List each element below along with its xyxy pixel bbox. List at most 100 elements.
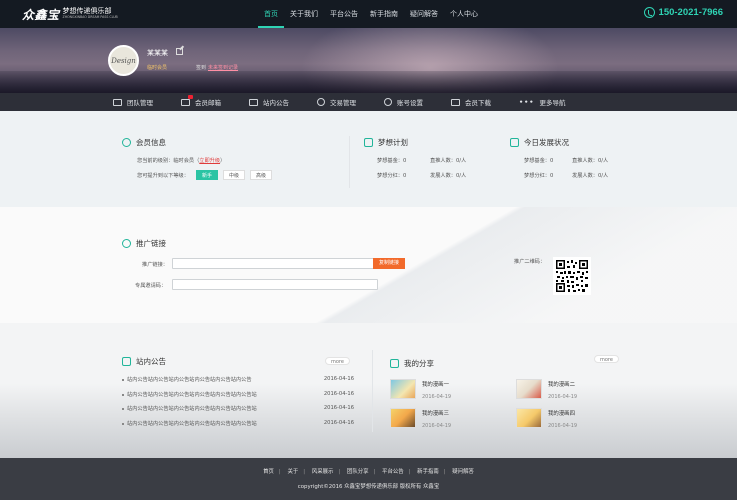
nav-guide[interactable]: 新手指南 [364, 0, 404, 28]
logo-subtitle: ZHONGXINBAO DREAM PASS CLUB [62, 15, 118, 20]
news-section [0, 323, 737, 458]
dream-develop: 发展人数：0/人 [430, 173, 467, 179]
share-meta: 我的漫画四 2016-04-19 [548, 408, 577, 429]
unread-badge [188, 95, 193, 99]
nav-about[interactable]: 关于我们 [284, 0, 324, 28]
separator: | [278, 469, 281, 475]
notice-heading: 站内公告 [122, 356, 166, 367]
notice-date: 2016-04-16 [323, 420, 354, 426]
separator: | [443, 469, 446, 475]
logo-mark: 众鑫宝 [22, 7, 60, 22]
subnav-mail[interactable]: 会员邮箱 [181, 93, 221, 111]
promo-link-label: 推广链接： [142, 262, 168, 268]
member-level-text-end: ） [220, 158, 226, 164]
promo-title: 推广链接 [136, 239, 166, 248]
nav-announcements[interactable]: 平台公告 [324, 0, 364, 28]
subnav-label: 会员邮箱 [195, 99, 221, 107]
comic-thumbnail [516, 408, 542, 428]
hotline: 150-2021-7966 [643, 7, 723, 18]
notice-title: 站内公告 [136, 357, 166, 366]
notice-text: 站内公告站内公告站内公告站内公告站内公告站内公告 [127, 377, 252, 383]
sign-record-link[interactable]: 未来签到记录 [208, 65, 238, 71]
qr-code [553, 257, 591, 295]
subnav-download[interactable]: 会员下载 [451, 93, 491, 111]
footer-link-announcements[interactable]: 平台公告 [382, 469, 404, 475]
share-meta: 我的漫画一 2016-04-19 [422, 379, 451, 400]
nav-faq[interactable]: 疑问解答 [404, 0, 444, 28]
logo-title: 梦想传递俱乐部 [62, 7, 112, 16]
main-nav: 首页 关于我们 平台公告 新手指南 疑问解答 个人中心 [258, 0, 484, 28]
comic-thumbnail [390, 408, 416, 428]
footer-link-showcase[interactable]: 风采展示 [312, 469, 334, 475]
edit-icon[interactable] [176, 48, 183, 55]
member-info-heading: 会员信息 [122, 137, 166, 148]
member-info-title: 会员信息 [136, 138, 166, 147]
share-item[interactable]: 我的漫画二 2016-04-19 [516, 379, 577, 400]
share-item[interactable]: 我的漫画四 2016-04-19 [516, 408, 577, 429]
share-item-title: 我的漫画三 [422, 411, 449, 417]
gear-icon [384, 98, 392, 106]
level-intermediate[interactable]: 中级 [223, 170, 246, 180]
list-item[interactable]: 站内公告站内公告站内公告站内公告站内公告站内公告站 2016-04-16 [122, 420, 354, 427]
dream-fund: 梦想基金：0 [377, 158, 407, 164]
dream-direct: 直推人数：0/人 [430, 158, 467, 164]
subnav-notice[interactable]: 站内公告 [249, 93, 289, 111]
comic-thumbnail [390, 379, 416, 399]
subnav-team[interactable]: 团队管理 [113, 93, 153, 111]
document-icon [364, 138, 373, 147]
chat-icon [510, 138, 519, 147]
bullet-icon [122, 393, 124, 396]
list-item[interactable]: 站内公告站内公告站内公告站内公告站内公告站内公告站 2016-04-16 [122, 391, 354, 398]
download-icon [451, 98, 460, 106]
nav-home[interactable]: 首页 [258, 0, 284, 28]
share-item[interactable]: 我的漫画一 2016-04-19 [390, 379, 451, 400]
footer-link-guide[interactable]: 新手指南 [417, 469, 439, 475]
today-title: 今日发展状况 [524, 138, 569, 147]
phone-number: 150-2021-7966 [658, 7, 723, 18]
upgrade-link[interactable]: 立即升级 [199, 158, 220, 164]
share-more-button[interactable]: more [594, 355, 619, 363]
footer-link-home[interactable]: 首页 [263, 469, 274, 475]
subnav-account[interactable]: 账号设置 [384, 93, 423, 111]
promo-heading: 推广链接 [122, 238, 166, 249]
list-item[interactable]: 站内公告站内公告站内公告站内公告站内公告站内公告站 2016-04-16 [122, 405, 354, 412]
subnav-trade[interactable]: 交易管理 [317, 93, 356, 111]
member-level-line: 您当前的级别：临时会员（立即升级） [137, 157, 225, 164]
share-item[interactable]: 我的漫画三 2016-04-19 [390, 408, 451, 429]
footer-link-faq[interactable]: 疑问解答 [452, 469, 474, 475]
subnav-more[interactable]: ••• 更多导航 [519, 93, 565, 111]
team-icon [113, 98, 122, 106]
share-meta: 我的漫画二 2016-04-19 [548, 379, 577, 400]
footer [0, 458, 737, 500]
qr-label: 推广二维码： [514, 259, 546, 265]
user-name: 某某某 [147, 49, 168, 57]
level-beginner[interactable]: 新手 [196, 170, 219, 180]
sign-label: 签到 [196, 65, 207, 71]
separator: | [408, 469, 411, 475]
share-item-date: 2016-04-19 [422, 423, 452, 429]
share-item-date: 2016-04-19 [422, 394, 452, 400]
subnav-label: 更多导航 [539, 99, 566, 107]
footer-link-about[interactable]: 关于 [287, 469, 298, 475]
phone-icon [643, 7, 655, 18]
copy-link-button[interactable]: 复制链接 [373, 258, 406, 269]
avatar[interactable]: Design [108, 45, 139, 76]
list-item[interactable]: 站内公告站内公告站内公告站内公告站内公告站内公告 2016-04-16 [122, 376, 354, 383]
invite-code-input[interactable] [172, 279, 378, 290]
notice-date: 2016-04-16 [323, 376, 354, 382]
notice-more-button[interactable]: more [325, 357, 350, 365]
speaker-icon [122, 357, 131, 366]
site-logo[interactable]: 众鑫宝 梦想传递俱乐部 ZHONGXINBAO DREAM PASS CLUB [22, 6, 118, 22]
top-bar: 众鑫宝 梦想传递俱乐部 ZHONGXINBAO DREAM PASS CLUB … [0, 0, 737, 28]
sub-nav: 团队管理 会员邮箱 站内公告 交易管理 账号设置 会员下载 ••• 更多导航 [0, 93, 737, 111]
notice-text: 站内公告站内公告站内公告站内公告站内公告站内公告站 [127, 406, 257, 412]
today-direct: 直推人数：0/人 [572, 158, 609, 164]
subnav-label: 站内公告 [263, 99, 289, 107]
footer-link-team-share[interactable]: 团队分享 [347, 469, 369, 475]
qr-code-image [555, 259, 589, 293]
upgrade-hint: 您可提升到以下等级： [137, 173, 189, 179]
subnav-label: 团队管理 [127, 99, 153, 107]
level-advanced[interactable]: 高级 [250, 170, 273, 180]
promo-link-input[interactable] [172, 258, 374, 269]
nav-user-center[interactable]: 个人中心 [444, 0, 484, 28]
